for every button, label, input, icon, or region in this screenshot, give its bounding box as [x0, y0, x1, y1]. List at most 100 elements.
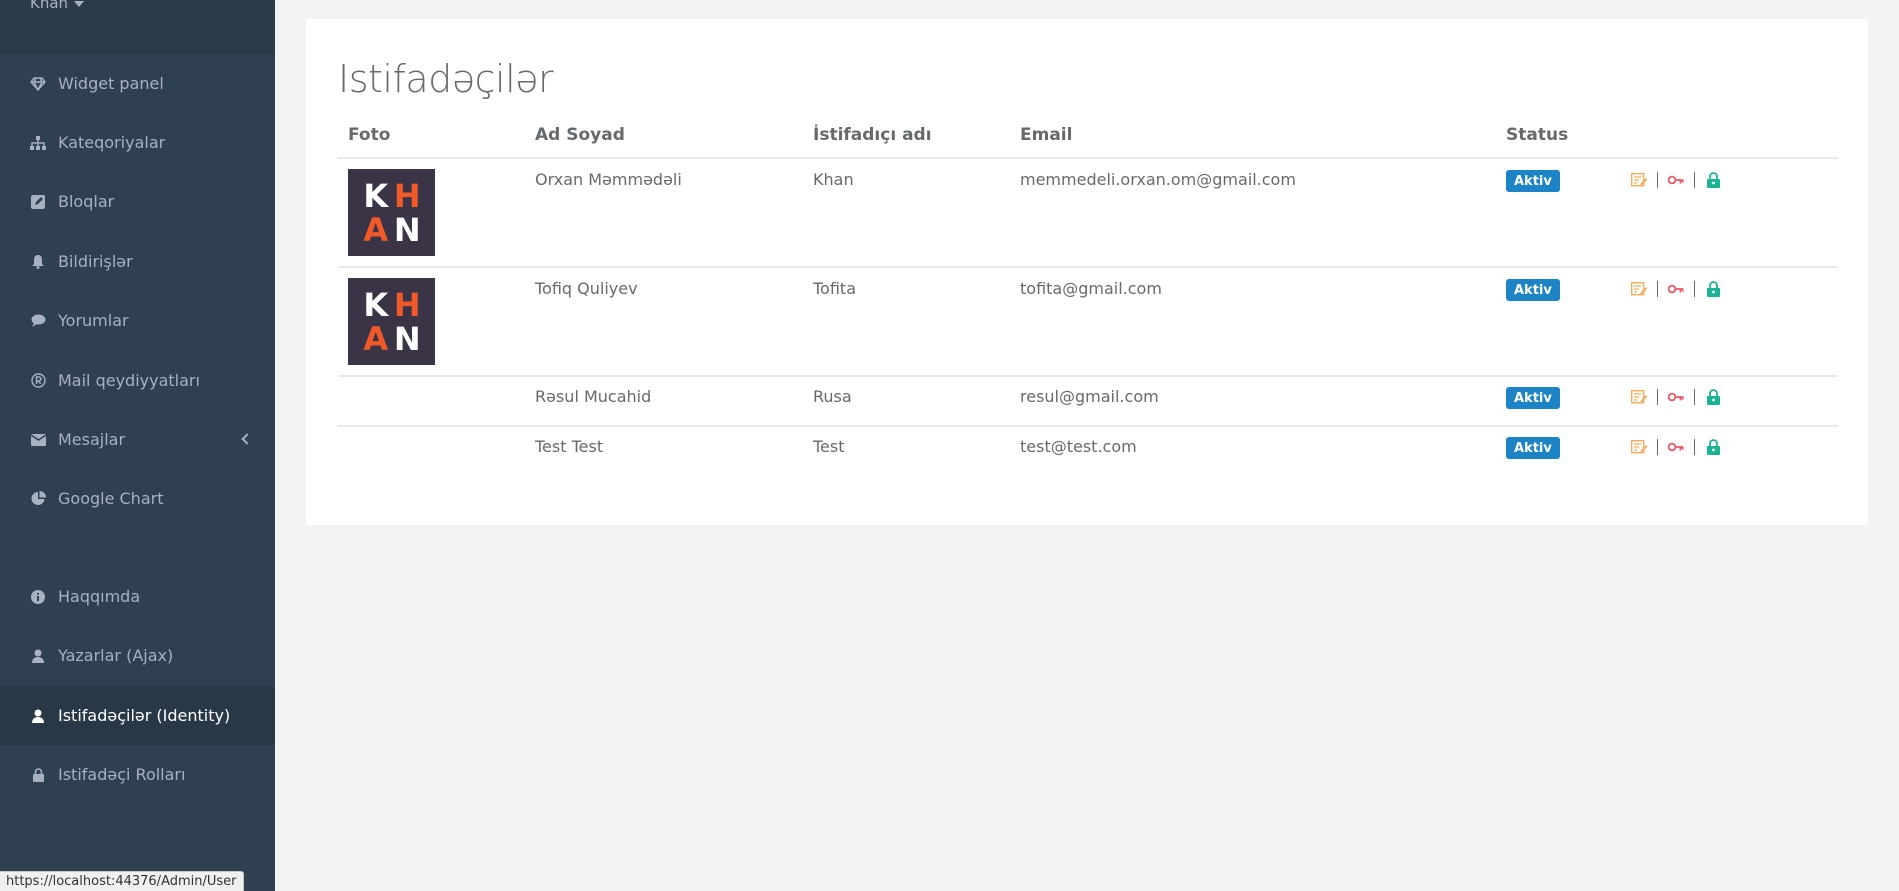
- user-username: Rusa: [813, 387, 852, 406]
- bell-icon: [30, 254, 46, 270]
- user-email: memmedeli.orxan.om@gmail.com: [1020, 170, 1296, 189]
- row-divider: [338, 425, 1838, 427]
- column-header-foto: Foto: [348, 125, 391, 145]
- key-icon[interactable]: [1668, 389, 1684, 405]
- key-icon[interactable]: [1668, 281, 1684, 297]
- sidebar: Khan Widget panel Kateqoriyalar Bloqlar …: [0, 0, 275, 891]
- sidebar-item-bloqlar[interactable]: Bloqlar: [0, 172, 275, 231]
- edit-icon[interactable]: [1631, 172, 1647, 188]
- lock-icon[interactable]: [1705, 281, 1721, 297]
- edit-icon[interactable]: [1631, 389, 1647, 405]
- sidebar-item-label: Haqqımda: [58, 587, 141, 606]
- sitemap-icon: [30, 135, 46, 151]
- column-header-username: İstifadıçı adı: [813, 125, 932, 145]
- chevron-left-icon: [241, 432, 253, 445]
- edit-icon[interactable]: [1631, 439, 1647, 455]
- action-separator: [1694, 281, 1695, 297]
- avatar-letter: K: [363, 286, 389, 324]
- avatar-letter: N: [393, 211, 421, 249]
- sidebar-item-label: Yorumlar: [58, 311, 129, 330]
- column-header-ad-soyad: Ad Soyad: [535, 125, 625, 145]
- sidebar-item-label: Mail qeydiyyatları: [58, 371, 200, 390]
- action-separator: [1657, 389, 1658, 405]
- sidebar-item-yazarlar[interactable]: Yazarlar (Ajax): [0, 626, 275, 685]
- row-actions: [1631, 439, 1721, 455]
- lock-icon[interactable]: [1705, 389, 1721, 405]
- page-title: Istifadəçilər: [338, 57, 554, 101]
- row-divider: [338, 266, 1838, 268]
- user-fullname: Test Test: [535, 437, 604, 456]
- user-fullname: Tofiq Quliyev: [535, 279, 638, 298]
- sidebar-item-label: Google Chart: [58, 489, 164, 508]
- sidebar-item-label: Mesajlar: [58, 430, 126, 449]
- sidebar-item-istifadeci-rollari[interactable]: Istifadəçi Rolları: [0, 745, 275, 804]
- edit-icon: [30, 194, 46, 210]
- avatar-letter: A: [363, 320, 389, 358]
- user-fullname: Rəsul Mucahid: [535, 387, 652, 406]
- user-photo: KHAN: [348, 278, 435, 365]
- avatar-letter: N: [393, 320, 421, 358]
- user-email: tofita@gmail.com: [1020, 279, 1162, 298]
- user-username: Khan: [813, 170, 854, 189]
- action-separator: [1694, 389, 1695, 405]
- action-separator: [1657, 281, 1658, 297]
- link-status-bar: https://localhost:44376/Admin/User: [0, 871, 244, 891]
- caret-down-icon: [74, 0, 85, 7]
- sidebar-item-label: Yazarlar (Ajax): [58, 646, 174, 665]
- sidebar-item-google-chart[interactable]: Google Chart: [0, 469, 275, 528]
- sidebar-item-label: Kateqoriyalar: [58, 133, 166, 152]
- sidebar-item-widget-panel[interactable]: Widget panel: [0, 54, 275, 113]
- user-fullname: Orxan Məmmədəli: [535, 170, 682, 189]
- sidebar-item-label: Bildirişlər: [58, 252, 133, 271]
- edit-icon[interactable]: [1631, 281, 1647, 297]
- sidebar-item-label: Istifadəçilər (Identity): [58, 706, 231, 725]
- lock-icon[interactable]: [1705, 172, 1721, 188]
- users-panel: Istifadəçilər Foto Ad Soyad İstifadıçı a…: [306, 19, 1868, 525]
- sidebar-item-istifadeciler[interactable]: Istifadəçilər (Identity): [0, 686, 275, 745]
- lock-icon: [30, 767, 46, 783]
- sidebar-item-kateqoriyalar[interactable]: Kateqoriyalar: [0, 113, 275, 172]
- key-icon[interactable]: [1668, 439, 1684, 455]
- sidebar-item-label: Istifadəçi Rolları: [58, 765, 186, 784]
- avatar-letter: A: [363, 211, 389, 249]
- table-header-divider: [338, 157, 1838, 159]
- column-header-status: Status: [1506, 125, 1569, 145]
- key-icon[interactable]: [1668, 172, 1684, 188]
- comment-icon: [30, 313, 46, 329]
- user-email: resul@gmail.com: [1020, 387, 1159, 406]
- user-email: test@test.com: [1020, 437, 1137, 456]
- sidebar-profile: Khan: [0, 0, 275, 54]
- action-separator: [1694, 439, 1695, 455]
- sidebar-item-bildirisler[interactable]: Bildirişlər: [0, 232, 275, 291]
- avatar-letter: H: [393, 177, 421, 215]
- sidebar-item-mesajlar[interactable]: Mesajlar: [0, 410, 275, 469]
- user-icon: [30, 708, 46, 724]
- row-actions: [1631, 389, 1721, 405]
- column-header-email: Email: [1020, 125, 1073, 145]
- registered-icon: [30, 373, 46, 389]
- avatar-letter: K: [363, 177, 389, 215]
- diamond-icon: [30, 76, 46, 92]
- row-actions: [1631, 172, 1721, 188]
- pie-chart-icon: [30, 491, 46, 507]
- row-actions: [1631, 281, 1721, 297]
- user-username: Tofita: [813, 279, 856, 298]
- user-photo: KHAN: [348, 169, 435, 256]
- avatar-letter: H: [393, 286, 421, 324]
- sidebar-item-label: Widget panel: [58, 74, 164, 93]
- lock-icon[interactable]: [1705, 439, 1721, 455]
- sidebar-item-label: Bloqlar: [58, 192, 115, 211]
- sidebar-item-mail-qeydiyyatlari[interactable]: Mail qeydiyyatları: [0, 351, 275, 410]
- sidebar-item-yorumlar[interactable]: Yorumlar: [0, 291, 275, 350]
- status-badge: Aktiv: [1506, 170, 1560, 192]
- envelope-icon: [30, 432, 46, 448]
- action-separator: [1694, 172, 1695, 188]
- user-icon: [30, 648, 46, 664]
- user-menu[interactable]: Khan: [30, 0, 85, 12]
- info-icon: [30, 589, 46, 605]
- status-badge: Aktiv: [1506, 387, 1560, 409]
- row-divider: [338, 375, 1838, 377]
- sidebar-item-haqqimda[interactable]: Haqqımda: [0, 567, 275, 626]
- user-name: Khan: [30, 0, 69, 12]
- action-separator: [1657, 172, 1658, 188]
